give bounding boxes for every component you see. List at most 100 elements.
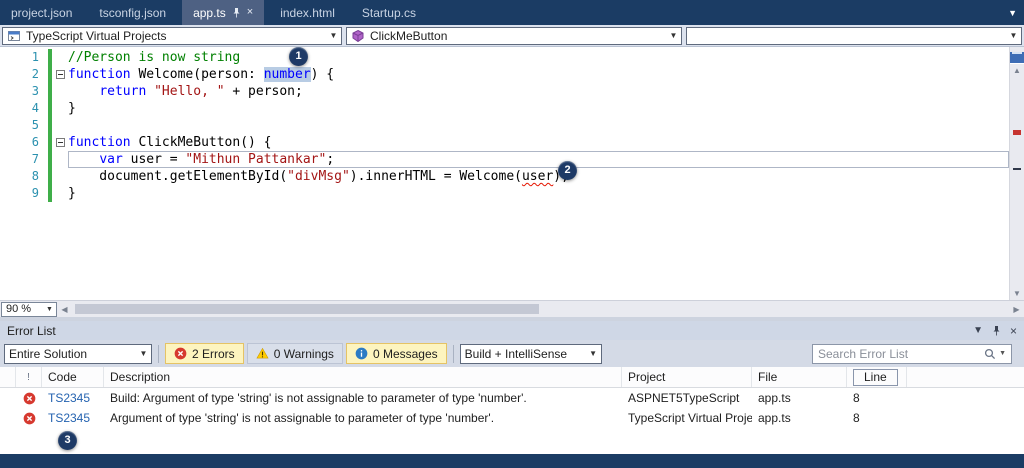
document-tabbar: project.json tsconfig.json app.ts × index.ht… [0,0,1024,25]
error-icon [174,347,187,360]
file-column-header[interactable]: File [752,367,847,387]
collapse-icon[interactable] [55,138,65,147]
tab-startup-cs[interactable]: Startup.cs [351,0,427,25]
code-rows: 1 //Person is now string 2 function Welcome… [0,47,1009,300]
editor-vertical-scrollbar[interactable]: ▲ ▼ [1009,47,1024,300]
toolbar-separator [158,344,159,363]
error-list-panel: Error List ▼ × Entire Solution ▼ 2 Error… [0,321,1024,454]
tab-list-chevron-icon[interactable]: ▼ [1008,0,1017,25]
warnings-filter-button[interactable]: 0 Warnings [246,343,343,364]
project-dropdown[interactable]: TypeScript Virtual Projects ▼ [2,26,342,45]
window-position-icon[interactable]: ▼ [973,325,983,336]
project-icon [7,29,21,43]
outlining-margin [52,83,68,100]
code-line[interactable]: 1 //Person is now string [0,49,1009,66]
tab-strip: project.json tsconfig.json app.ts × index.ht… [0,0,432,25]
error-icon [16,388,42,408]
close-icon[interactable]: × [1010,324,1017,338]
horizontal-scroll-thumb[interactable] [75,304,540,314]
line-number: 5 [31,118,39,132]
outlining-margin [52,134,68,151]
error-table-header: ! Code Description Project File Line [0,367,1024,388]
search-icon [984,348,996,360]
outlining-margin [52,49,68,66]
info-icon [355,347,368,360]
errors-filter-button[interactable]: 2 Errors [165,343,244,364]
error-row[interactable]: TS2345 Build: Argument of type 'string' i… [0,388,1024,408]
member-detail-dropdown[interactable]: ▼ [686,26,1022,45]
project-column-header[interactable]: Project [622,367,752,387]
chevron-down-icon: ▼ [999,350,1006,357]
tab-project-json[interactable]: project.json [0,0,83,25]
line-number: 3 [31,84,39,98]
zoom-dropdown[interactable]: 90 % ▼ [1,301,57,317]
code-line[interactable]: 8 document.getElementById("divMsg").inne… [0,168,1009,185]
tab-tsconfig-json[interactable]: tsconfig.json [88,0,177,25]
scroll-right-icon[interactable]: ▶ [1009,301,1024,317]
code-line[interactable]: 7 var user = "Mithun Pattankar"; [0,151,1009,168]
search-placeholder: Search Error List [818,346,909,361]
chevron-down-icon: ▼ [1009,31,1018,40]
code-line[interactable]: 5 [0,117,1009,134]
scroll-left-icon[interactable]: ◀ [57,301,72,317]
code-editor[interactable]: 1 //Person is now string 2 function Welcome… [0,47,1024,300]
line-number: 9 [31,186,39,200]
collapse-icon[interactable] [55,70,65,79]
error-code: TS2345 [48,391,91,405]
code-line[interactable]: 9} [0,185,1009,202]
line-number: 2 [31,67,39,81]
chevron-down-icon: ▼ [589,349,598,358]
code-line[interactable]: 6 function ClickMeButton() { [0,134,1009,151]
code-text: function ClickMeButton() { [68,135,272,150]
outlining-margin [52,66,68,83]
chevron-down-icon: ▼ [46,305,53,313]
zoom-level: 90 % [6,303,32,315]
error-list-title: Error List [7,323,56,338]
pin-icon[interactable] [232,7,241,18]
editor-horizontal-scrollbar[interactable]: ◀ ▶ [57,301,1024,317]
code-line[interactable]: 4} [0,100,1009,117]
pin-icon[interactable] [992,325,1001,336]
error-rows: TS2345 Build: Argument of type 'string' i… [0,388,1024,428]
messages-filter-button[interactable]: 0 Messages [345,343,447,364]
line-column-header[interactable]: Line [847,367,907,387]
error-icon [16,408,42,428]
chevron-down-icon: ▼ [669,31,678,40]
tab-label: index.html [280,5,335,20]
line-number: 4 [31,101,39,115]
tab-index-html[interactable]: index.html [269,0,346,25]
member-dropdown[interactable]: ClickMeButton ▼ [346,26,682,45]
toolbar-separator [452,344,454,363]
error-project: ASPNET5TypeScript [628,391,740,405]
scroll-down-icon[interactable]: ▼ [1010,287,1024,300]
code-column-header[interactable]: Code [42,367,104,387]
source-dropdown[interactable]: Build + IntelliSense ▼ [459,343,602,364]
error-search-input[interactable]: Search Error List ▼ [812,343,1012,364]
error-line: 8 [853,391,860,405]
error-list-titlebar: Error List ▼ × [0,321,1024,340]
code-line[interactable]: 3 return "Hello, " + person; [0,83,1009,100]
warning-icon [256,347,269,360]
split-window-handle[interactable] [1010,52,1024,64]
callout-badge-3: 3 [58,431,77,450]
scroll-up-icon[interactable]: ▲ [1010,64,1024,77]
error-row[interactable]: TS2345 Argument of type 'string' is not a… [0,408,1024,428]
error-code: TS2345 [48,411,91,425]
method-icon [351,29,365,43]
description-column-header[interactable]: Description [104,367,622,387]
tab-app-ts[interactable]: app.ts × [182,0,265,25]
close-icon[interactable]: × [247,7,253,18]
row-filler [907,388,1024,408]
line-number: 1 [31,50,39,64]
code-line[interactable]: 2 function Welcome(person: number) { [0,66,1009,83]
scrollbar-caret-marker [1013,168,1021,171]
row-filler [907,408,1024,428]
code-text: } [68,186,76,201]
tab-label: app.ts [193,5,226,20]
line-number: 8 [31,169,39,183]
row-gutter [0,408,16,428]
severity-column-header[interactable]: ! [16,367,42,387]
code-text: //Person is now string [68,50,241,65]
member-dropdown-label: ClickMeButton [370,28,448,43]
scope-dropdown[interactable]: Entire Solution ▼ [4,343,152,364]
